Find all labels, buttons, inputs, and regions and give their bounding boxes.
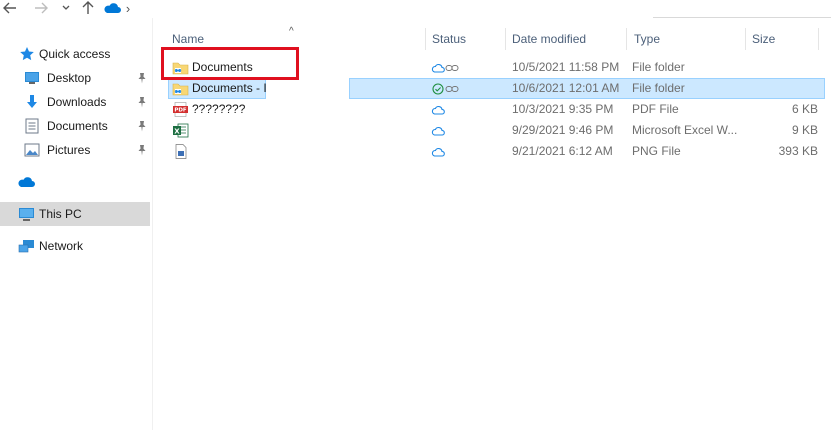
file-type: Microsoft Excel W... — [632, 123, 738, 137]
column-header-status[interactable]: Status — [432, 28, 502, 50]
navigation-pane: Quick access Desktop Downloads Documents… — [0, 40, 150, 430]
sidebar-item-label: Documents — [47, 119, 108, 133]
onedrive-cloud-icon — [104, 3, 121, 13]
file-row[interactable]: 9/21/2021 6:12 AM PNG File 393 KB — [168, 141, 831, 162]
pc-icon — [17, 205, 35, 223]
file-row[interactable]: PDF ???????? 10/3/2021 9:35 PM PDF File … — [168, 99, 831, 120]
date-modified: 9/29/2021 9:46 PM — [512, 123, 614, 137]
shared-link-icon — [443, 80, 461, 97]
sidebar-item-label: Pictures — [47, 143, 91, 157]
sidebar-item-pictures[interactable]: Pictures — [0, 138, 150, 162]
documents-icon — [23, 117, 41, 135]
pin-icon[interactable] — [136, 71, 148, 85]
address-bar-field[interactable] — [653, 0, 831, 18]
up-button[interactable] — [80, 0, 96, 16]
file-type: File folder — [632, 60, 685, 74]
column-header-size[interactable]: Size — [752, 28, 822, 50]
pin-icon[interactable] — [136, 95, 148, 109]
sidebar-item-label: Quick access — [39, 47, 111, 61]
cloud-status-icon — [429, 143, 447, 160]
column-header-date-modified[interactable]: Date modified — [512, 28, 622, 50]
annotation-highlight-box — [161, 47, 299, 80]
file-row[interactable]: Documents - I 10/6/2021 12:01 AM File fo… — [168, 78, 831, 99]
column-header-type[interactable]: Type — [634, 28, 744, 50]
date-modified: 10/6/2021 12:01 AM — [512, 81, 620, 95]
column-divider[interactable] — [626, 28, 627, 50]
pictures-icon — [23, 141, 41, 159]
sidebar-item-desktop[interactable]: Desktop — [0, 66, 150, 90]
svg-text:X: X — [174, 127, 180, 135]
file-type: PDF File — [632, 102, 679, 116]
sidebar-item-label: This PC — [39, 207, 82, 221]
file-type: PNG File — [632, 144, 681, 158]
file-row[interactable]: X 9/29/2021 9:46 PM Microsoft Excel W...… — [168, 120, 831, 141]
file-type: File folder — [632, 81, 685, 95]
sidebar-item-label: Desktop — [47, 71, 92, 85]
sidebar-item-network[interactable]: Network — [0, 234, 150, 258]
onedrive-cloud-icon — [17, 173, 35, 191]
svg-text:PDF: PDF — [174, 108, 187, 114]
file-name[interactable]: Documents - I — [192, 78, 267, 99]
pin-icon[interactable] — [136, 119, 148, 133]
up-arrow-icon — [82, 1, 94, 14]
column-divider[interactable] — [505, 28, 506, 50]
cloud-status-icon — [429, 101, 447, 118]
cloud-status-icon — [429, 122, 447, 139]
file-size: 393 KB — [778, 144, 818, 158]
network-icon — [17, 237, 35, 255]
download-icon — [23, 93, 41, 111]
file-size — [728, 57, 818, 78]
file-name[interactable]: ???????? — [192, 99, 245, 120]
back-button[interactable] — [2, 0, 18, 16]
shared-folder-icon — [171, 80, 189, 97]
png-file-icon — [171, 143, 189, 160]
column-divider[interactable] — [745, 28, 746, 50]
recent-locations-button[interactable] — [60, 0, 72, 16]
desktop-icon — [23, 69, 41, 87]
forward-button[interactable] — [33, 0, 49, 16]
date-modified: 9/21/2021 6:12 AM — [512, 144, 613, 158]
pdf-file-icon: PDF — [171, 101, 189, 118]
sidebar-item-label: Downloads — [47, 95, 107, 109]
date-modified: 10/3/2021 9:35 PM — [512, 102, 614, 116]
navigation-bar: › — [0, 0, 831, 18]
sidebar-item-documents[interactable]: Documents — [0, 114, 150, 138]
file-size — [728, 78, 818, 99]
sidebar-item-onedrive[interactable] — [0, 170, 150, 194]
sidebar-item-downloads[interactable]: Downloads — [0, 90, 150, 114]
chevron-down-icon — [62, 5, 70, 10]
sidebar-item-label: Network — [39, 239, 84, 253]
sidebar-item-quick-access[interactable]: Quick access — [0, 42, 150, 66]
shared-link-icon — [443, 59, 461, 76]
file-size: 9 KB — [791, 123, 818, 137]
sidebar-item-this-pc[interactable]: This PC — [0, 202, 150, 226]
address-location[interactable] — [103, 0, 121, 16]
pin-icon[interactable] — [136, 143, 148, 157]
address-separator[interactable]: › — [123, 0, 133, 16]
file-size: 6 KB — [791, 102, 818, 116]
back-arrow-icon — [3, 2, 16, 14]
star-icon — [18, 45, 36, 63]
pane-divider — [152, 18, 153, 430]
excel-file-icon: X — [171, 122, 189, 139]
column-divider[interactable] — [425, 28, 426, 50]
column-divider[interactable] — [818, 28, 819, 50]
forward-arrow-icon — [35, 2, 48, 14]
date-modified: 10/5/2021 11:58 PM — [512, 60, 620, 74]
